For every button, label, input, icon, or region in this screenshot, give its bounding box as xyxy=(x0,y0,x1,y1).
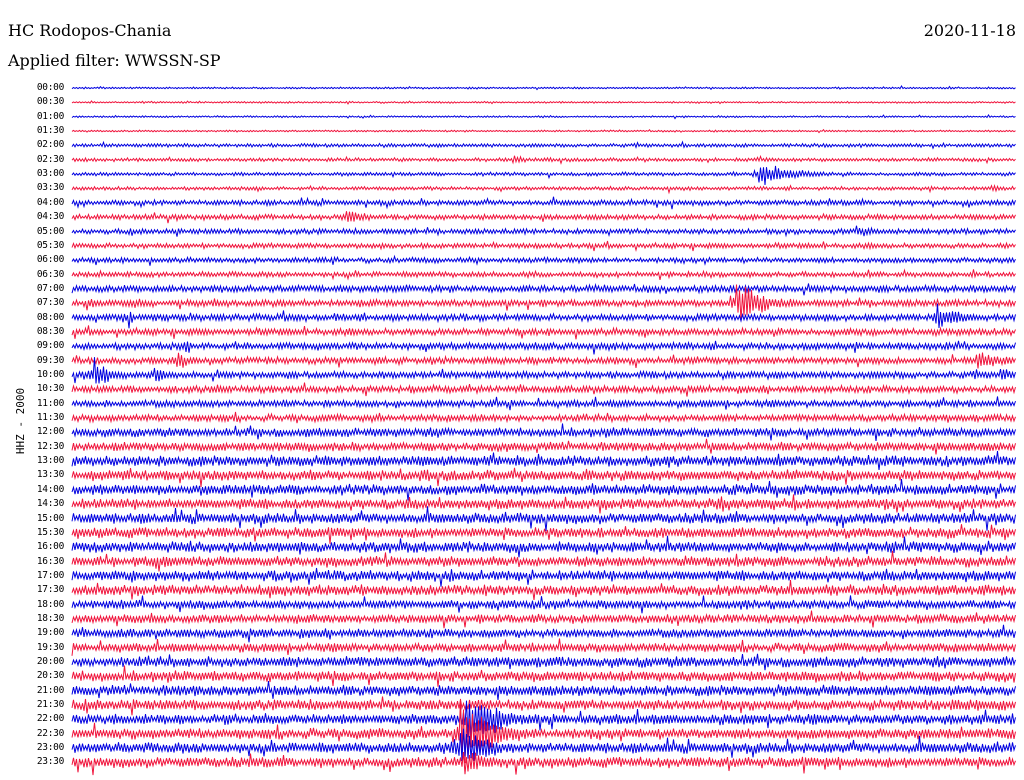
trace-row xyxy=(71,196,1016,210)
trace-row xyxy=(71,352,1016,369)
trace-row xyxy=(71,225,1016,238)
trace-row xyxy=(71,85,1016,91)
trace-row xyxy=(71,303,1016,329)
trace-row xyxy=(71,450,1016,470)
trace-row xyxy=(71,438,1016,455)
trace-row xyxy=(71,325,1016,340)
trace-row xyxy=(71,535,1016,558)
trace-row xyxy=(71,624,1016,643)
trace-row xyxy=(71,550,1016,572)
trace-row xyxy=(71,340,1016,355)
trace-row xyxy=(71,467,1016,487)
trace-row xyxy=(71,114,1016,120)
trace-row xyxy=(71,524,1016,544)
trace-row xyxy=(71,580,1016,600)
trace-row xyxy=(71,595,1016,614)
trace-row xyxy=(71,698,1016,764)
trace-row xyxy=(71,665,1016,687)
trace-row xyxy=(71,638,1016,656)
trace-row xyxy=(71,282,1016,296)
trace-row xyxy=(71,128,1016,134)
trace-row xyxy=(71,183,1016,195)
trace-row xyxy=(71,100,1016,105)
trace-row xyxy=(71,254,1016,266)
trace-row xyxy=(71,140,1016,150)
trace-row xyxy=(71,396,1016,411)
trace-row xyxy=(71,696,1016,716)
trace-row xyxy=(71,681,1016,700)
trace-row xyxy=(71,240,1016,253)
trace-row xyxy=(71,567,1016,587)
trace-row xyxy=(71,610,1016,629)
trace-row xyxy=(71,506,1016,532)
trace-row xyxy=(71,751,1016,776)
trace-row xyxy=(71,478,1016,501)
trace-row xyxy=(71,382,1016,397)
trace-row xyxy=(71,154,1016,165)
trace-row xyxy=(71,165,1016,185)
seismogram-plot xyxy=(71,85,1016,776)
trace-row xyxy=(71,653,1016,671)
trace-row xyxy=(71,494,1016,514)
trace-row xyxy=(71,411,1016,424)
trace-row xyxy=(71,211,1016,224)
helicorder-page: { "header": { "station": "HC Rodopos-Cha… xyxy=(0,0,1024,780)
trace-row xyxy=(71,268,1016,281)
trace-row xyxy=(71,423,1016,442)
